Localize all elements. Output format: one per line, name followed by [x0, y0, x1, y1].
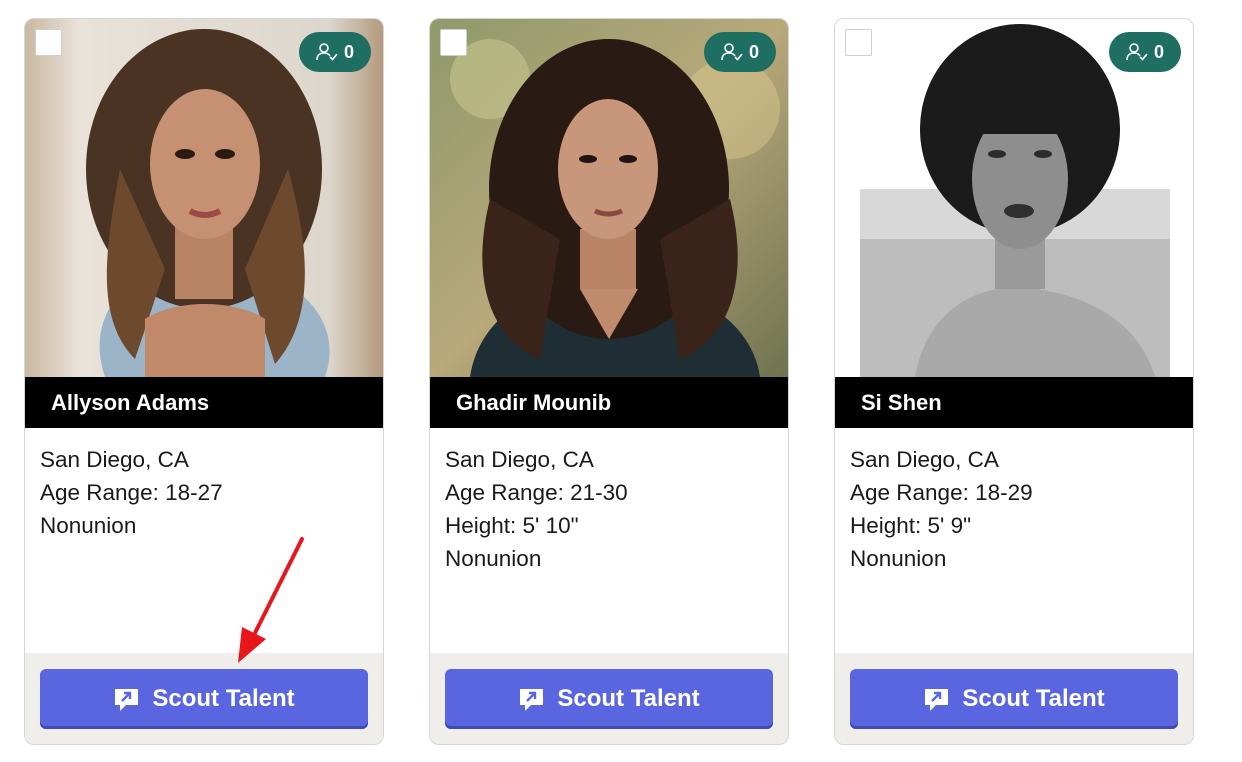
chat-arrow-icon: [115, 688, 139, 711]
talent-name[interactable]: Allyson Adams: [25, 377, 383, 428]
select-checkbox[interactable]: [845, 29, 872, 56]
talent-union-status: Nonunion: [850, 546, 947, 571]
select-checkbox[interactable]: [35, 29, 62, 56]
scout-talent-label: Scout Talent: [152, 685, 295, 712]
badge-count: 0: [748, 41, 759, 62]
talent-photo[interactable]: 0: [430, 19, 788, 377]
talent-details: San Diego, CA Age Range: 18-29 Height: 5…: [850, 443, 1180, 575]
card-footer: Scout Talent: [835, 653, 1193, 744]
scout-talent-label: Scout Talent: [962, 685, 1105, 712]
talent-details: San Diego, CA Age Range: 21-30 Height: 5…: [445, 443, 775, 575]
card-footer: Scout Talent: [430, 653, 788, 744]
chat-arrow-icon: [925, 688, 949, 711]
talent-photo[interactable]: 0: [25, 19, 383, 377]
scout-talent-button[interactable]: Scout Talent: [850, 669, 1178, 729]
scout-talent-button[interactable]: Scout Talent: [445, 669, 773, 729]
select-checkbox[interactable]: [440, 29, 467, 56]
talent-age-range: Age Range: 18-29: [850, 480, 1033, 505]
talent-location: San Diego, CA: [445, 447, 594, 472]
badge-count: 0: [343, 41, 354, 62]
talent-card: 0 Allyson Adams San Diego, CA Age Range:…: [24, 18, 384, 745]
talent-union-status: Nonunion: [445, 546, 542, 571]
talent-height: Height: 5' 10": [445, 513, 579, 538]
talent-height: Height: 5' 9": [850, 513, 972, 538]
talent-name[interactable]: Si Shen: [835, 377, 1193, 428]
shortlist-badge[interactable]: 0: [704, 32, 776, 72]
talent-grid: 0 Allyson Adams San Diego, CA Age Range:…: [0, 0, 1242, 762]
talent-age-range: Age Range: 18-27: [40, 480, 223, 505]
chat-arrow-icon: [520, 688, 544, 711]
talent-name[interactable]: Ghadir Mounib: [430, 377, 788, 428]
person-check-icon: [316, 43, 338, 61]
talent-card: 0 Si Shen San Diego, CA Age Range: 18-29…: [834, 18, 1194, 745]
talent-card: 0 Ghadir Mounib San Diego, CA Age Range:…: [429, 18, 789, 745]
talent-photo[interactable]: 0: [835, 19, 1193, 377]
talent-union-status: Nonunion: [40, 513, 137, 538]
talent-location: San Diego, CA: [40, 447, 189, 472]
person-check-icon: [1126, 43, 1148, 61]
talent-details: San Diego, CA Age Range: 18-27 Nonunion: [40, 443, 370, 542]
talent-age-range: Age Range: 21-30: [445, 480, 628, 505]
badge-count: 0: [1153, 41, 1164, 62]
talent-location: San Diego, CA: [850, 447, 999, 472]
person-check-icon: [721, 43, 743, 61]
card-footer: Scout Talent: [25, 653, 383, 744]
scout-talent-label: Scout Talent: [557, 685, 700, 712]
shortlist-badge[interactable]: 0: [1109, 32, 1181, 72]
shortlist-badge[interactable]: 0: [299, 32, 371, 72]
scout-talent-button[interactable]: Scout Talent: [40, 669, 368, 729]
